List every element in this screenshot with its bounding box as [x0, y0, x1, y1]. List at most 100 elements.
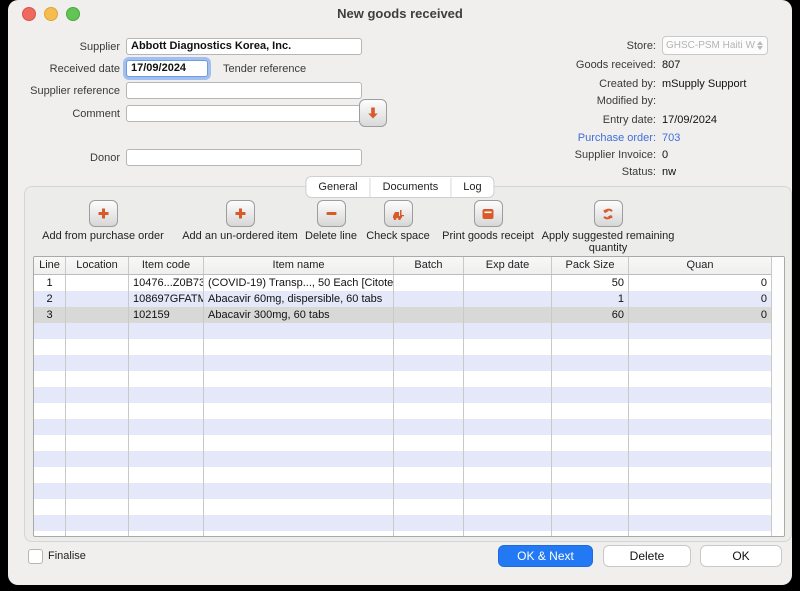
- comment-expand-button[interactable]: [359, 99, 387, 127]
- column-header-batch[interactable]: Batch: [394, 257, 464, 274]
- cell-empty: [394, 531, 464, 536]
- cell-exp-date: [464, 307, 552, 323]
- purchase-order-link[interactable]: 703: [662, 132, 680, 144]
- cell-empty: [34, 323, 66, 339]
- cell-empty: [34, 435, 66, 451]
- entry-date-row: Entry date: 17/09/2024: [438, 114, 790, 126]
- cell-empty: [129, 371, 204, 387]
- purchase-order-label: Purchase order:: [577, 132, 656, 144]
- column-header-exp-date[interactable]: Exp date: [464, 257, 552, 274]
- cell-empty: [464, 515, 552, 531]
- cell-empty: [552, 403, 629, 419]
- delete-line-button[interactable]: Delete line: [296, 200, 366, 242]
- tab-general[interactable]: General: [306, 178, 369, 197]
- finalise-label: Finalise: [48, 550, 86, 562]
- column-header-item-code[interactable]: Item code: [129, 257, 204, 274]
- cell-empty: [204, 371, 394, 387]
- cell-empty: [204, 387, 394, 403]
- status-value: nw: [662, 166, 677, 178]
- cell-empty: [552, 499, 629, 515]
- table-row[interactable]: 2 108697GFATM Abacavir 60mg, dispersible…: [34, 291, 771, 307]
- tab-documents[interactable]: Documents: [369, 177, 451, 197]
- supplier-reference-label: Supplier reference: [30, 85, 120, 97]
- cell-empty: [129, 451, 204, 467]
- table-row-empty[interactable]: [34, 451, 771, 467]
- cell-empty: [34, 531, 66, 536]
- table-row-empty[interactable]: [34, 403, 771, 419]
- column-header-quan[interactable]: Quan: [629, 257, 771, 274]
- received-date-label: Received date: [49, 63, 120, 75]
- table-row-empty[interactable]: [34, 499, 771, 515]
- cell-empty: [464, 371, 552, 387]
- cell-empty: [464, 419, 552, 435]
- table-row-empty[interactable]: [34, 323, 771, 339]
- cell-empty: [204, 339, 394, 355]
- cell-pack-size: 1: [552, 291, 629, 307]
- printer-icon: [482, 208, 494, 219]
- cell-empty: [629, 355, 771, 371]
- forklift-icon: [393, 209, 404, 220]
- delete-button[interactable]: Delete: [603, 545, 691, 567]
- cell-item-code: 108697GFATM: [129, 291, 204, 307]
- cell-empty: [394, 387, 464, 403]
- toolbar-label: Apply suggested remaining quantity: [541, 230, 675, 254]
- received-date-input[interactable]: 17/09/2024: [126, 60, 208, 77]
- cell-empty: [66, 403, 129, 419]
- supplier-reference-input[interactable]: [126, 82, 362, 99]
- cell-line: 1: [34, 275, 66, 291]
- cell-line: 3: [34, 307, 66, 323]
- cell-empty: [464, 499, 552, 515]
- column-header-item-name[interactable]: Item name: [204, 257, 394, 274]
- table-row-empty[interactable]: [34, 483, 771, 499]
- cell-empty: [204, 403, 394, 419]
- cell-empty: [129, 483, 204, 499]
- tab-log[interactable]: Log: [450, 177, 493, 197]
- cell-empty: [66, 419, 129, 435]
- cell-empty: [204, 323, 394, 339]
- table-row[interactable]: 1 10476...Z0B73 (COVID-19) Transp..., 50…: [34, 275, 771, 291]
- add-unordered-item-button[interactable]: Add an un-ordered item: [170, 200, 310, 242]
- ok-and-next-button[interactable]: OK & Next: [498, 545, 593, 567]
- cell-empty: [629, 403, 771, 419]
- table-row-empty[interactable]: [34, 371, 771, 387]
- cell-empty: [629, 467, 771, 483]
- table-row-empty[interactable]: [34, 419, 771, 435]
- table-row-empty[interactable]: [34, 467, 771, 483]
- supplier-input[interactable]: Abbott Diagnostics Korea, Inc.: [126, 38, 362, 55]
- cell-batch: [394, 291, 464, 307]
- table-scrollbar[interactable]: [771, 257, 784, 536]
- cell-pack-size: 50: [552, 275, 629, 291]
- goods-received-label: Goods received:: [575, 59, 656, 71]
- cell-empty: [552, 483, 629, 499]
- table-row-empty[interactable]: [34, 531, 771, 536]
- cell-empty: [394, 403, 464, 419]
- cell-empty: [66, 531, 129, 536]
- table-row-selected[interactable]: 3 102159 Abacavir 300mg, 60 tabs 60 0: [34, 307, 771, 323]
- table-row-empty[interactable]: [34, 339, 771, 355]
- column-header-pack-size[interactable]: Pack Size: [552, 257, 629, 274]
- table-row-empty[interactable]: [34, 435, 771, 451]
- column-header-location[interactable]: Location: [66, 257, 129, 274]
- comment-input[interactable]: [126, 105, 362, 122]
- store-select[interactable]: GHSC-PSM Haiti War...: [662, 36, 768, 55]
- add-from-purchase-order-button[interactable]: Add from purchase order: [28, 200, 178, 242]
- donor-input[interactable]: [126, 149, 362, 166]
- table-row-empty[interactable]: [34, 355, 771, 371]
- cell-empty: [66, 323, 129, 339]
- cell-empty: [629, 371, 771, 387]
- cell-empty: [66, 499, 129, 515]
- ok-button[interactable]: OK: [700, 545, 782, 567]
- cell-empty: [204, 467, 394, 483]
- cell-empty: [129, 435, 204, 451]
- finalise-checkbox[interactable]: [28, 549, 43, 564]
- cell-empty: [394, 467, 464, 483]
- table-row-empty[interactable]: [34, 387, 771, 403]
- column-header-line[interactable]: Line: [34, 257, 66, 274]
- cell-empty: [464, 451, 552, 467]
- cell-quan: 0: [760, 309, 767, 321]
- apply-suggested-quantity-button[interactable]: Apply suggested remaining quantity: [523, 200, 693, 254]
- table-row-empty[interactable]: [34, 515, 771, 531]
- check-space-button[interactable]: Check space: [358, 200, 438, 242]
- cell-item-name: (COVID-19) Transp..., 50 Each [Citotest]: [204, 275, 394, 291]
- store-row: Store: GHSC-PSM Haiti War...: [438, 36, 790, 55]
